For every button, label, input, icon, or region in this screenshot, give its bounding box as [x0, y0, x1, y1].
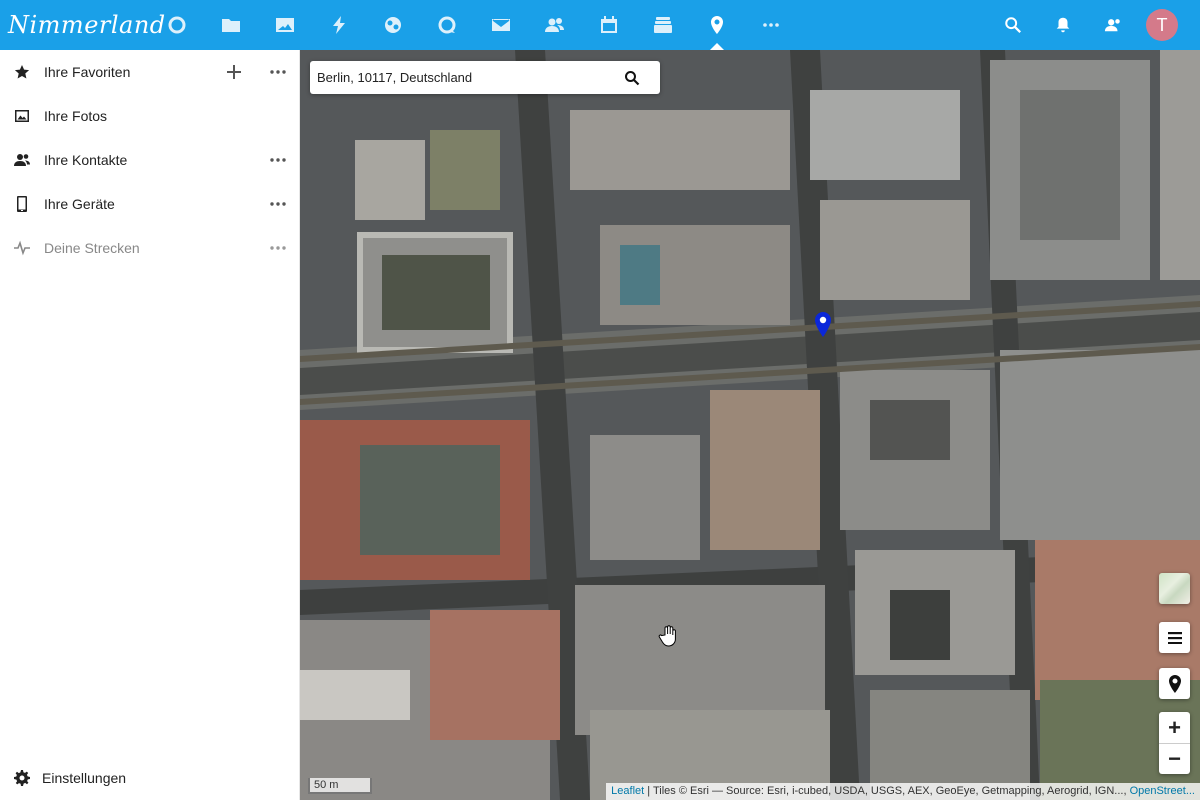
- map-view[interactable]: + − 50 m Leaflet | Tiles © Esri — Source…: [300, 50, 1200, 800]
- sidebar-item-favorites[interactable]: Ihre Favoriten: [0, 50, 299, 94]
- scale-bar: 50 m: [308, 778, 372, 794]
- zoom-out-button[interactable]: −: [1159, 743, 1190, 774]
- image-icon: [14, 108, 30, 124]
- tracks-more-icon[interactable]: [267, 226, 289, 270]
- circles-icon[interactable]: [366, 0, 420, 50]
- hand-cursor-icon: [658, 625, 676, 647]
- sidebar-item-contacts[interactable]: Ihre Kontakte: [0, 138, 299, 182]
- notifications-icon[interactable]: [1038, 0, 1088, 50]
- devices-more-icon[interactable]: [267, 182, 289, 226]
- map-attribution: Leaflet | Tiles © Esri — Source: Esri, i…: [606, 783, 1200, 800]
- sidebar-item-label: Ihre Kontakte: [44, 152, 128, 168]
- star-icon: [14, 64, 30, 80]
- photos-icon[interactable]: [258, 0, 312, 50]
- sidebar-item-label: Deine Strecken: [44, 240, 140, 256]
- header-actions: T: [988, 0, 1200, 50]
- settings-label: Einstellungen: [42, 770, 127, 786]
- openstreetmap-link[interactable]: OpenStreet...: [1130, 785, 1195, 797]
- sidebar-item-devices[interactable]: Ihre Geräte: [0, 182, 299, 226]
- menu-icon[interactable]: [1159, 622, 1190, 653]
- activity-icon[interactable]: [312, 0, 366, 50]
- location-marker-icon[interactable]: [814, 312, 832, 338]
- dashboard-icon[interactable]: [150, 0, 204, 50]
- avatar-letter: T: [1156, 14, 1168, 35]
- phone-icon: [14, 196, 30, 212]
- satellite-map-imagery: [300, 50, 1200, 800]
- track-icon: [14, 240, 30, 256]
- app-menu: [150, 0, 798, 50]
- settings-button[interactable]: Einstellungen: [0, 756, 299, 800]
- leaflet-link[interactable]: Leaflet: [611, 785, 644, 797]
- contacts-icon[interactable]: [528, 0, 582, 50]
- user-avatar[interactable]: T: [1146, 9, 1178, 41]
- deck-icon[interactable]: [636, 0, 690, 50]
- contacts-menu-icon[interactable]: [1088, 0, 1138, 50]
- files-icon[interactable]: [204, 0, 258, 50]
- talk-icon[interactable]: [420, 0, 474, 50]
- search-icon[interactable]: [988, 0, 1038, 50]
- sidebar-item-tracks[interactable]: Deine Strecken: [0, 226, 299, 270]
- gear-icon: [14, 770, 30, 786]
- top-header: Nimmerland T: [0, 0, 1200, 50]
- contacts-more-icon[interactable]: [267, 138, 289, 182]
- zoom-in-button[interactable]: +: [1159, 712, 1190, 743]
- more-apps-icon[interactable]: [744, 0, 798, 50]
- sidebar-item-label: Ihre Favoriten: [44, 64, 131, 80]
- sidebar-item-label: Ihre Fotos: [44, 108, 108, 124]
- favorites-more-icon[interactable]: [267, 50, 289, 94]
- zoom-control: + −: [1159, 712, 1190, 774]
- add-favorite-button[interactable]: [223, 50, 245, 94]
- locate-me-icon[interactable]: [1159, 668, 1190, 699]
- sidebar-item-photos[interactable]: Ihre Fotos: [0, 94, 299, 138]
- map-search-box: [310, 61, 660, 94]
- sidebar: Ihre Favoriten Ihre Fotos Ihre Kontakte: [0, 50, 300, 800]
- layer-switcher-button[interactable]: [1159, 573, 1190, 604]
- search-icon[interactable]: [624, 70, 640, 86]
- maps-icon[interactable]: [690, 0, 744, 50]
- logo[interactable]: Nimmerland: [0, 0, 165, 50]
- calendar-icon[interactable]: [582, 0, 636, 50]
- attribution-text: | Tiles © Esri — Source: Esri, i-cubed, …: [644, 785, 1130, 797]
- sidebar-item-label: Ihre Geräte: [44, 196, 115, 212]
- map-search-input[interactable]: [317, 70, 617, 85]
- mail-icon[interactable]: [474, 0, 528, 50]
- contacts-icon: [14, 152, 30, 168]
- logo-text: Nimmerland: [8, 11, 166, 39]
